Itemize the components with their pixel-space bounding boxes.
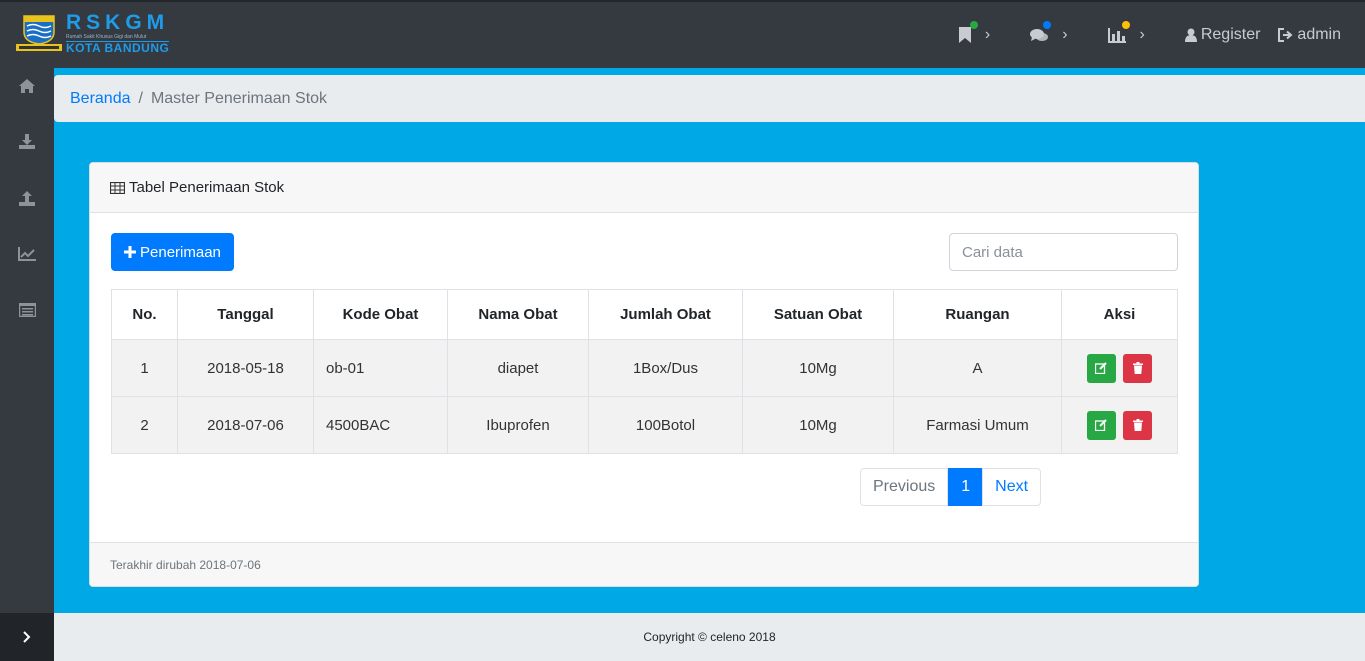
brand[interactable]: RSKGM Rumah Sakit Khusus Gigi dan Mulut … <box>16 11 170 60</box>
admin-label: admin <box>1297 26 1341 43</box>
cell-ruangan: A <box>893 339 1062 397</box>
status-dot-blue <box>1043 21 1052 29</box>
reports-menu[interactable]: › <box>1107 21 1145 44</box>
chevron-right-icon <box>23 631 31 643</box>
register-link[interactable]: Register <box>1184 26 1261 44</box>
trash-icon <box>1132 362 1143 374</box>
cell-tanggal: 2018-05-18 <box>177 339 314 397</box>
pagination-next[interactable]: Next <box>982 468 1042 506</box>
chevron-right-icon: › <box>1139 26 1145 43</box>
col-header-tanggal: Tanggal <box>177 289 314 340</box>
status-dot-yellow <box>1121 21 1130 29</box>
brand-title: RSKGM <box>66 11 170 34</box>
cell-jumlah-obat: 1Box/Dus <box>588 339 743 397</box>
top-navbar: RSKGM Rumah Sakit Khusus Gigi dan Mulut … <box>0 0 1365 68</box>
breadcrumb: Beranda / Master Penerimaan Stok <box>54 75 1365 122</box>
col-header-ruangan: Ruangan <box>893 289 1062 340</box>
home-icon <box>19 79 35 93</box>
download-icon <box>19 133 35 149</box>
edit-icon <box>1095 362 1108 374</box>
status-dot-green <box>969 21 978 29</box>
brand-city: KOTA BANDUNG <box>66 41 170 55</box>
add-receipt-button[interactable]: Penerimaan <box>111 233 234 271</box>
user-icon <box>1184 28 1197 42</box>
edit-button[interactable] <box>1086 410 1116 440</box>
cell-satuan-obat: 10Mg <box>742 396 894 454</box>
cell-kode-obat: ob-01 <box>313 339 448 397</box>
cell-tanggal: 2018-07-06 <box>177 396 314 454</box>
page-footer: Copyright © celeno 2018 <box>54 613 1365 661</box>
search-input[interactable] <box>949 233 1178 271</box>
cell-ruangan: Farmasi Umum <box>893 396 1062 454</box>
bar-chart-icon <box>1107 27 1126 43</box>
list-alt-icon <box>18 303 36 317</box>
upload-icon <box>19 190 35 206</box>
edit-button[interactable] <box>1086 353 1116 383</box>
col-header-no: No. <box>111 289 178 340</box>
col-header-kode-obat: Kode Obat <box>313 289 448 340</box>
cell-satuan-obat: 10Mg <box>742 339 894 397</box>
comments-icon <box>1030 28 1049 41</box>
col-header-jumlah-obat: Jumlah Obat <box>588 289 743 340</box>
edit-icon <box>1095 419 1108 431</box>
line-chart-icon <box>18 247 36 261</box>
card-header: Tabel Penerimaan Stok <box>90 163 1198 213</box>
sidebar-item-upload[interactable] <box>0 180 54 216</box>
messages-menu[interactable]: › <box>1030 21 1068 44</box>
delete-button[interactable] <box>1123 410 1153 440</box>
card-footer: Terakhir dirubah 2018-07-06 <box>90 542 1198 586</box>
brand-subtitle: Rumah Sakit Khusus Gigi dan Mulut <box>66 34 147 40</box>
plus-icon <box>124 246 136 258</box>
pagination-page-1[interactable]: 1 <box>948 468 984 506</box>
stock-receipt-table: No. Tanggal Kode Obat Nama Obat Jumlah O… <box>111 289 1178 454</box>
cell-no: 2 <box>111 396 178 454</box>
sidebar <box>0 68 54 661</box>
col-header-aksi: Aksi <box>1061 289 1178 340</box>
cell-aksi <box>1061 396 1178 454</box>
chevron-right-icon: › <box>1062 26 1068 43</box>
sidebar-item-download[interactable] <box>0 123 54 159</box>
breadcrumb-home-link[interactable]: Beranda <box>70 90 131 108</box>
breadcrumb-separator: / <box>138 89 143 107</box>
register-label: Register <box>1200 26 1261 43</box>
breadcrumb-current: Master Penerimaan Stok <box>150 89 328 107</box>
sidebar-toggle[interactable] <box>0 613 54 661</box>
delete-button[interactable] <box>1123 353 1153 383</box>
cell-jumlah-obat: 100Botol <box>588 396 743 454</box>
trash-icon <box>1132 419 1143 431</box>
cell-kode-obat: 4500BAC <box>313 396 448 454</box>
table-row: 1 2018-05-18 ob-01 diapet 1Box/Dus 10Mg … <box>111 339 1178 397</box>
sidebar-item-home[interactable] <box>0 68 54 104</box>
cell-nama-obat: Ibuprofen <box>447 396 589 454</box>
bookmark-icon <box>958 27 971 43</box>
table-row: 2 2018-07-06 4500BAC Ibuprofen 100Botol … <box>111 396 1178 454</box>
add-receipt-label: Penerimaan <box>140 243 221 261</box>
col-header-nama-obat: Nama Obat <box>447 289 589 340</box>
admin-link[interactable]: admin <box>1278 26 1341 44</box>
cell-nama-obat: diapet <box>447 339 589 397</box>
pagination: Previous 1 Next <box>860 468 1042 506</box>
bandung-logo-icon <box>16 12 62 56</box>
card-title: Tabel Penerimaan Stok <box>129 179 285 196</box>
table-header-row: No. Tanggal Kode Obat Nama Obat Jumlah O… <box>111 289 1178 340</box>
stock-receipt-card: Tabel Penerimaan Stok Penerimaan No. Tan… <box>89 162 1199 587</box>
chevron-right-icon: › <box>984 26 991 43</box>
cell-aksi <box>1061 339 1178 397</box>
col-header-satuan-obat: Satuan Obat <box>742 289 894 340</box>
sign-out-icon <box>1278 28 1293 42</box>
table-icon <box>110 181 125 194</box>
cell-no: 1 <box>111 339 178 397</box>
sidebar-item-chart[interactable] <box>0 236 54 272</box>
sidebar-item-list[interactable] <box>0 292 54 328</box>
pagination-previous[interactable]: Previous <box>860 468 949 506</box>
bookmark-menu[interactable]: › <box>958 21 991 44</box>
